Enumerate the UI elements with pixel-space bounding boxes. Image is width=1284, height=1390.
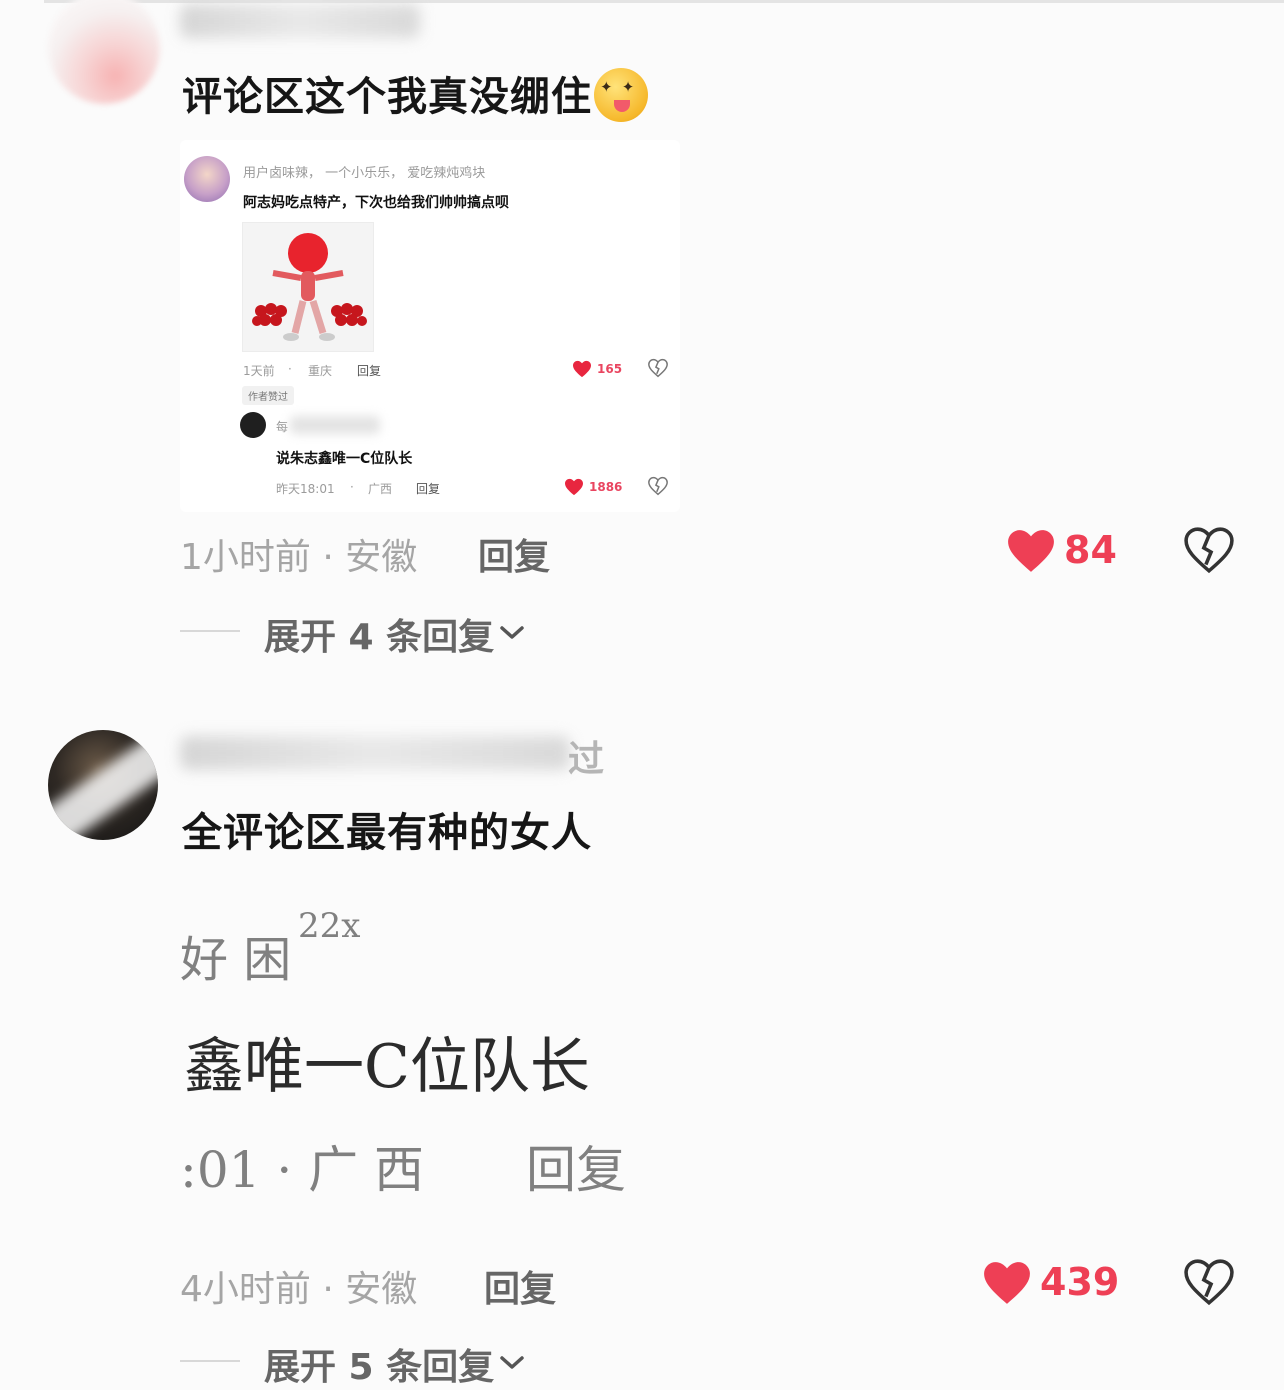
divider-line — [180, 1360, 240, 1362]
time: 1天前 — [243, 364, 275, 378]
image-text-line: :01 · 广 西 — [180, 1141, 425, 1199]
reply-button[interactable]: 回复 — [478, 528, 550, 580]
divider-line — [180, 630, 240, 632]
avatar[interactable] — [48, 0, 160, 104]
reply-button: 回复 — [357, 364, 382, 378]
username-blurred — [290, 416, 380, 434]
expand-replies-button[interactable]: 展开 5 条回复 — [180, 1338, 540, 1388]
username-blurred[interactable] — [180, 736, 570, 770]
comment-text: 评论区这个我真没绷住 — [182, 64, 648, 126]
avatar[interactable] — [48, 730, 158, 840]
broken-heart-icon — [648, 358, 668, 378]
image-text-line: 好 困 — [180, 932, 292, 988]
like-count: 165 — [597, 362, 623, 376]
location: 重庆 — [308, 364, 333, 378]
comment-time-location: 1小时前 · 安徽 — [180, 537, 418, 578]
like-count: 439 — [1040, 1260, 1120, 1304]
image-text-superscript: 22x — [298, 906, 361, 946]
broken-heart-icon — [648, 476, 668, 496]
heart-icon[interactable] — [982, 1260, 1032, 1306]
chevron-down-icon — [500, 626, 524, 639]
comment-time-location: 4小时前 · 安徽 — [180, 1269, 418, 1310]
like-count: 84 — [1064, 528, 1117, 572]
reply-button: 回复 — [416, 482, 441, 496]
expand-replies-button[interactable]: 展开 4 条回复 — [180, 608, 540, 658]
broken-heart-icon[interactable] — [1184, 526, 1234, 574]
comment-text: 全评论区最有种的女人 — [182, 810, 592, 856]
embedded-screenshot[interactable]: 用户卤味辣， 一个小乐乐， 爱吃辣炖鸡块 阿志妈吃点特产，下次也给我们帅帅搞点呗… — [180, 140, 680, 512]
reply-button[interactable]: 回复 — [484, 1260, 556, 1312]
dot-separator: · — [350, 480, 354, 494]
expand-replies-label: 展开 5 条回复 — [264, 1347, 495, 1388]
sticker-image — [242, 222, 374, 352]
username: 用户卤味辣， 一个小乐乐， 爱吃辣炖鸡块 — [243, 166, 486, 181]
chevron-down-icon — [500, 1356, 524, 1369]
zoomed-image[interactable]: 好 困 22x 鑫唯一C位队长 :01 · 广 西 回复 — [180, 872, 680, 1240]
broken-heart-icon[interactable] — [1184, 1258, 1234, 1306]
heart-icon[interactable] — [1006, 528, 1056, 574]
avatar — [240, 412, 266, 438]
reply-text: 说朱志鑫唯一C位队长 — [276, 451, 413, 467]
author-liked-badge: 作者赞过 — [242, 386, 294, 405]
heart-icon — [565, 478, 583, 496]
smiling-emoji-icon — [594, 68, 648, 122]
dot-separator: · — [288, 362, 292, 376]
top-divider — [44, 0, 1284, 3]
username: 每 — [276, 420, 289, 434]
comment-text: 阿志妈吃点特产，下次也给我们帅帅搞点呗 — [243, 195, 509, 211]
heart-icon — [573, 360, 591, 378]
time: 昨天18:01 — [276, 482, 335, 496]
username-blurred[interactable] — [180, 4, 420, 38]
expand-replies-label: 展开 4 条回复 — [264, 617, 495, 658]
image-text-reply: 回复 — [526, 1141, 626, 1199]
like-count: 1886 — [589, 480, 623, 494]
username-suffix: 过 — [568, 739, 605, 780]
image-text-line: 鑫唯一C位队长 — [184, 1032, 590, 1102]
location: 广西 — [368, 482, 393, 496]
avatar — [184, 156, 230, 202]
